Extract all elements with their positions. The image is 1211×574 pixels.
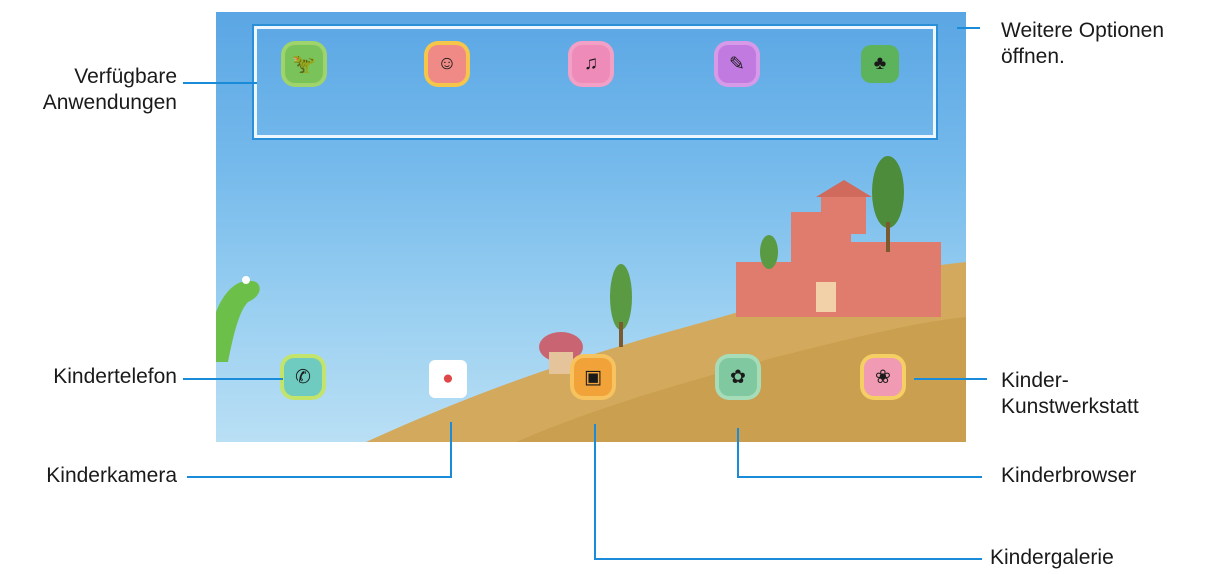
tree-right-trunk	[886, 222, 890, 252]
callout-kids-gallery: Kindergalerie	[990, 546, 1114, 569]
music-app-icon[interactable]: ♫	[572, 45, 610, 83]
castle-roof	[816, 180, 872, 197]
callout-line-more-options	[957, 27, 980, 29]
callout-line-kids-browser-v	[737, 428, 739, 477]
kids-home-screen: 🦖 ☺ ♫ ✎ ♣ ✆ ● ▣ ✿ ❀	[216, 12, 966, 442]
tree-middle-trunk	[619, 322, 623, 347]
crocodile-eye	[242, 276, 250, 284]
gallery-icon[interactable]: ▣	[574, 358, 612, 396]
callout-more-options-line1: Weitere Optionen	[1001, 19, 1165, 42]
callout-available-apps-line1: Verfügbare	[74, 65, 177, 88]
castle-tower	[821, 194, 866, 234]
character-app-icon[interactable]: ☺	[428, 45, 466, 83]
callout-kids-art: Kinder- Kunstwerkstatt	[1001, 368, 1139, 420]
game-app-icon[interactable]: ♣	[861, 45, 899, 83]
tree-right	[872, 156, 904, 228]
callout-more-options: Weitere Optionen öffnen.	[1001, 18, 1164, 70]
callout-kids-camera: Kinderkamera	[46, 464, 177, 487]
callout-line-kids-gallery-h	[594, 558, 982, 560]
tree-small	[760, 235, 778, 269]
callout-kids-art-line2: Kunstwerkstatt	[1001, 395, 1139, 418]
castle-block-right	[831, 242, 941, 317]
drawing-app-icon[interactable]: ✎	[718, 45, 756, 83]
dinosaur-app-icon[interactable]: 🦖	[285, 45, 323, 83]
callout-kids-art-line1: Kinder-	[1001, 369, 1069, 392]
callout-kids-phone: Kindertelefon	[53, 365, 177, 388]
callout-available-apps: Verfügbare Anwendungen	[43, 64, 177, 116]
browser-icon[interactable]: ✿	[719, 358, 757, 396]
crocodile-mascot	[216, 280, 260, 362]
mushroom-house	[549, 352, 573, 374]
tree-middle	[610, 264, 632, 330]
castle-door	[816, 282, 836, 312]
callout-line-available-apps	[183, 82, 257, 84]
callout-kids-browser: Kinderbrowser	[1001, 464, 1137, 487]
art-studio-icon[interactable]: ❀	[864, 358, 902, 396]
callout-line-kids-camera-v	[450, 422, 452, 477]
callout-more-options-line2: öffnen.	[1001, 45, 1065, 68]
callout-available-apps-line2: Anwendungen	[42, 91, 177, 114]
callout-line-kids-gallery-v	[594, 424, 596, 560]
camera-icon[interactable]: ●	[429, 360, 467, 398]
callout-line-kids-art	[914, 378, 987, 380]
callout-line-kids-browser-h	[737, 476, 982, 478]
callout-line-kids-camera-h	[187, 476, 452, 478]
phone-icon[interactable]: ✆	[284, 358, 322, 396]
callout-line-kids-phone	[183, 378, 283, 380]
